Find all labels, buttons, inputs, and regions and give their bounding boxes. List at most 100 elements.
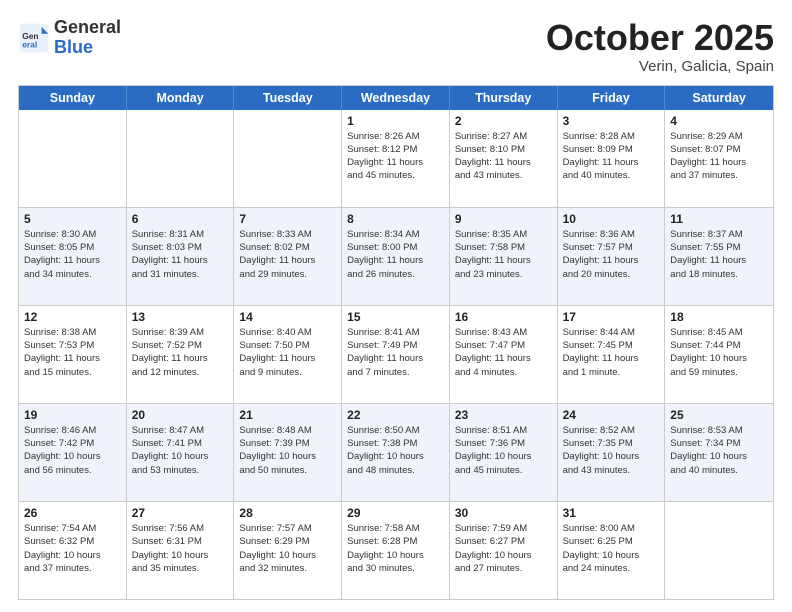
page: Gen eral General Blue October 2025 Verin… — [0, 0, 792, 612]
day-info: Sunrise: 8:33 AM Sunset: 8:02 PM Dayligh… — [239, 228, 336, 281]
day-info: Sunrise: 7:57 AM Sunset: 6:29 PM Dayligh… — [239, 522, 336, 575]
logo-icon: Gen eral — [18, 22, 50, 54]
day-info: Sunrise: 7:54 AM Sunset: 6:32 PM Dayligh… — [24, 522, 121, 575]
day-number: 8 — [347, 212, 444, 226]
cal-cell: 8 Sunrise: 8:34 AM Sunset: 8:00 PM Daylig… — [342, 208, 450, 305]
logo-blue: Blue — [54, 37, 93, 57]
day-info: Sunrise: 8:52 AM Sunset: 7:35 PM Dayligh… — [563, 424, 660, 477]
cal-row-2: 12 Sunrise: 8:38 AM Sunset: 7:53 PM Dayli… — [19, 305, 773, 403]
day-number: 30 — [455, 506, 552, 520]
day-number: 23 — [455, 408, 552, 422]
day-info: Sunrise: 8:37 AM Sunset: 7:55 PM Dayligh… — [670, 228, 768, 281]
cal-cell: 2 Sunrise: 8:27 AM Sunset: 8:10 PM Daylig… — [450, 110, 558, 207]
day-info: Sunrise: 7:56 AM Sunset: 6:31 PM Dayligh… — [132, 522, 229, 575]
day-number: 11 — [670, 212, 768, 226]
cal-cell: 16Sunrise: 8:43 AM Sunset: 7:47 PM Dayli… — [450, 306, 558, 403]
header-thursday: Thursday — [450, 86, 558, 110]
day-info: Sunrise: 7:58 AM Sunset: 6:28 PM Dayligh… — [347, 522, 444, 575]
cal-cell — [234, 110, 342, 207]
day-number: 2 — [455, 114, 552, 128]
logo-general: General — [54, 17, 121, 37]
day-number: 1 — [347, 114, 444, 128]
day-info: Sunrise: 7:59 AM Sunset: 6:27 PM Dayligh… — [455, 522, 552, 575]
day-number: 7 — [239, 212, 336, 226]
day-number: 14 — [239, 310, 336, 324]
cal-cell: 4 Sunrise: 8:29 AM Sunset: 8:07 PM Daylig… — [665, 110, 773, 207]
day-info: Sunrise: 8:28 AM Sunset: 8:09 PM Dayligh… — [563, 130, 660, 183]
day-number: 25 — [670, 408, 768, 422]
cal-cell: 3Sunrise: 8:28 AM Sunset: 8:09 PM Daylig… — [558, 110, 666, 207]
cal-cell: 29Sunrise: 7:58 AM Sunset: 6:28 PM Dayli… — [342, 502, 450, 599]
day-info: Sunrise: 8:53 AM Sunset: 7:34 PM Dayligh… — [670, 424, 768, 477]
cal-cell: 6Sunrise: 8:31 AM Sunset: 8:03 PM Daylig… — [127, 208, 235, 305]
day-number: 26 — [24, 506, 121, 520]
location: Verin, Galicia, Spain — [546, 58, 774, 75]
cal-cell: 9Sunrise: 8:35 AM Sunset: 7:58 PM Daylig… — [450, 208, 558, 305]
cal-cell: 21Sunrise: 8:48 AM Sunset: 7:39 PM Dayli… — [234, 404, 342, 501]
cal-cell: 14 Sunrise: 8:40 AM Sunset: 7:50 PM Dayli… — [234, 306, 342, 403]
day-info: Sunrise: 8:31 AM Sunset: 8:03 PM Dayligh… — [132, 228, 229, 281]
day-number: 4 — [670, 114, 768, 128]
day-number: 19 — [24, 408, 121, 422]
cal-cell: 30 Sunrise: 7:59 AM Sunset: 6:27 PM Dayli… — [450, 502, 558, 599]
header-tuesday: Tuesday — [234, 86, 342, 110]
header-friday: Friday — [558, 86, 666, 110]
day-number: 24 — [563, 408, 660, 422]
day-info: Sunrise: 8:50 AM Sunset: 7:38 PM Dayligh… — [347, 424, 444, 477]
day-info: Sunrise: 8:29 AM Sunset: 8:07 PM Dayligh… — [670, 130, 768, 183]
day-info: Sunrise: 8:27 AM Sunset: 8:10 PM Dayligh… — [455, 130, 552, 183]
day-number: 10 — [563, 212, 660, 226]
header-sunday: Sunday — [19, 86, 127, 110]
logo: Gen eral General Blue — [18, 18, 121, 58]
cal-cell: 31Sunrise: 8:00 AM Sunset: 6:25 PM Dayli… — [558, 502, 666, 599]
cal-cell: 13Sunrise: 8:39 AM Sunset: 7:52 PM Dayli… — [127, 306, 235, 403]
day-info: Sunrise: 8:47 AM Sunset: 7:41 PM Dayligh… — [132, 424, 229, 477]
cal-cell: 22Sunrise: 8:50 AM Sunset: 7:38 PM Dayli… — [342, 404, 450, 501]
cal-cell: 10 Sunrise: 8:36 AM Sunset: 7:57 PM Dayli… — [558, 208, 666, 305]
day-number: 12 — [24, 310, 121, 324]
cal-cell: 15Sunrise: 8:41 AM Sunset: 7:49 PM Dayli… — [342, 306, 450, 403]
day-number: 27 — [132, 506, 229, 520]
cal-cell: 26 Sunrise: 7:54 AM Sunset: 6:32 PM Dayli… — [19, 502, 127, 599]
day-number: 21 — [239, 408, 336, 422]
day-number: 28 — [239, 506, 336, 520]
day-info: Sunrise: 8:46 AM Sunset: 7:42 PM Dayligh… — [24, 424, 121, 477]
header-wednesday: Wednesday — [342, 86, 450, 110]
calendar: Sunday Monday Tuesday Wednesday Thursday… — [18, 85, 774, 600]
day-info: Sunrise: 8:51 AM Sunset: 7:36 PM Dayligh… — [455, 424, 552, 477]
cal-row-3: 19 Sunrise: 8:46 AM Sunset: 7:42 PM Dayli… — [19, 403, 773, 501]
day-info: Sunrise: 8:45 AM Sunset: 7:44 PM Dayligh… — [670, 326, 768, 379]
day-number: 20 — [132, 408, 229, 422]
header-saturday: Saturday — [665, 86, 773, 110]
month-title: October 2025 — [546, 18, 774, 58]
calendar-header: Sunday Monday Tuesday Wednesday Thursday… — [19, 86, 773, 110]
day-info: Sunrise: 8:41 AM Sunset: 7:49 PM Dayligh… — [347, 326, 444, 379]
day-number: 31 — [563, 506, 660, 520]
day-info: Sunrise: 8:40 AM Sunset: 7:50 PM Dayligh… — [239, 326, 336, 379]
cal-cell: 23 Sunrise: 8:51 AM Sunset: 7:36 PM Dayli… — [450, 404, 558, 501]
day-info: Sunrise: 8:44 AM Sunset: 7:45 PM Dayligh… — [563, 326, 660, 379]
day-info: Sunrise: 8:34 AM Sunset: 8:00 PM Dayligh… — [347, 228, 444, 281]
cal-cell: 19 Sunrise: 8:46 AM Sunset: 7:42 PM Dayli… — [19, 404, 127, 501]
cal-cell: 5Sunrise: 8:30 AM Sunset: 8:05 PM Daylig… — [19, 208, 127, 305]
cal-row-4: 26 Sunrise: 7:54 AM Sunset: 6:32 PM Dayli… — [19, 501, 773, 599]
logo-text: General Blue — [54, 18, 121, 58]
cal-cell: 24 Sunrise: 8:52 AM Sunset: 7:35 PM Dayli… — [558, 404, 666, 501]
cal-cell: 28 Sunrise: 7:57 AM Sunset: 6:29 PM Dayli… — [234, 502, 342, 599]
calendar-body: 1Sunrise: 8:26 AM Sunset: 8:12 PM Daylig… — [19, 110, 773, 599]
cal-cell: 27 Sunrise: 7:56 AM Sunset: 6:31 PM Dayli… — [127, 502, 235, 599]
day-info: Sunrise: 8:38 AM Sunset: 7:53 PM Dayligh… — [24, 326, 121, 379]
cal-cell: 18 Sunrise: 8:45 AM Sunset: 7:44 PM Dayli… — [665, 306, 773, 403]
header-monday: Monday — [127, 86, 235, 110]
cal-cell — [19, 110, 127, 207]
cal-cell — [127, 110, 235, 207]
cal-cell: 12 Sunrise: 8:38 AM Sunset: 7:53 PM Dayli… — [19, 306, 127, 403]
day-info: Sunrise: 8:36 AM Sunset: 7:57 PM Dayligh… — [563, 228, 660, 281]
day-info: Sunrise: 8:39 AM Sunset: 7:52 PM Dayligh… — [132, 326, 229, 379]
day-number: 5 — [24, 212, 121, 226]
day-number: 18 — [670, 310, 768, 324]
day-info: Sunrise: 8:43 AM Sunset: 7:47 PM Dayligh… — [455, 326, 552, 379]
cal-row-0: 1Sunrise: 8:26 AM Sunset: 8:12 PM Daylig… — [19, 110, 773, 207]
cal-cell — [665, 502, 773, 599]
cal-cell: 11 Sunrise: 8:37 AM Sunset: 7:55 PM Dayli… — [665, 208, 773, 305]
